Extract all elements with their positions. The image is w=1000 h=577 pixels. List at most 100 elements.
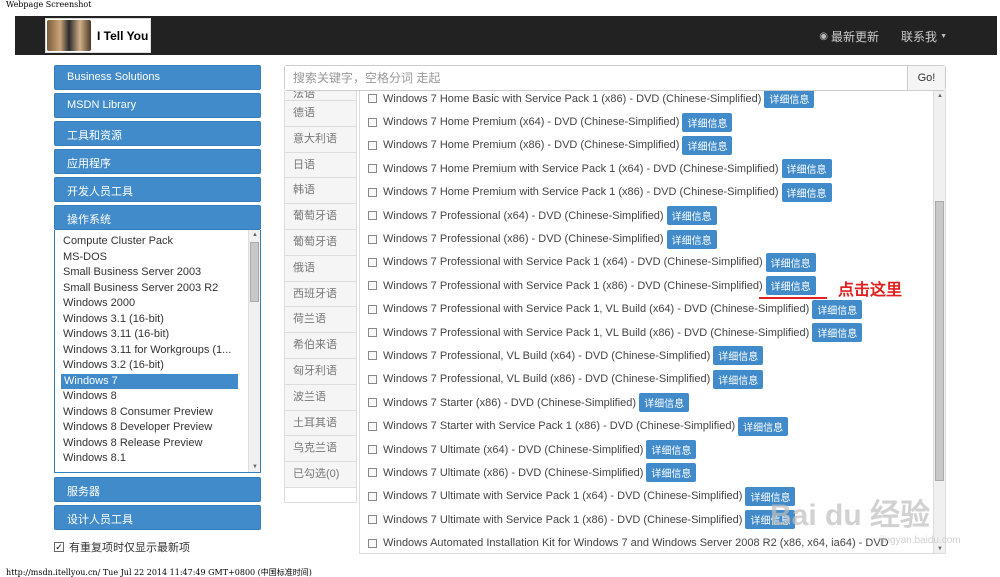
latest-updates-link[interactable]: ◉ 最新更新 [819, 28, 879, 45]
sidebar-business-solutions[interactable]: Business Solutions [54, 65, 261, 90]
details-button[interactable]: 详细信息 [781, 182, 832, 202]
os-list-item[interactable]: Windows 3.11 (16-bit) [63, 327, 239, 343]
file-checkbox[interactable] [368, 328, 377, 338]
os-list-item[interactable]: Windows 2000 [63, 296, 239, 312]
scroll-thumb[interactable] [250, 242, 259, 302]
file-checkbox[interactable] [368, 211, 377, 221]
os-list-item[interactable]: Windows 3.2 (16-bit) [63, 358, 239, 374]
details-button[interactable]: 详细信息 [781, 159, 832, 179]
file-checkbox[interactable] [368, 187, 377, 197]
details-button[interactable]: 详细信息 [682, 135, 733, 155]
watermark-logo: Bai du 经验 [770, 499, 931, 532]
details-button[interactable]: 详细信息 [682, 112, 733, 132]
language-item[interactable]: 西班牙语 [285, 281, 356, 308]
sidebar-operating-systems[interactable]: 操作系统 [54, 205, 261, 230]
details-button[interactable]: 详细信息 [666, 206, 717, 226]
details-button[interactable]: 详细信息 [639, 393, 690, 413]
language-item[interactable]: 韩语 [285, 178, 356, 205]
language-item[interactable]: 土耳其语 [285, 410, 356, 437]
sidebar-tools-resources[interactable]: 工具和资源 [54, 121, 261, 146]
language-item[interactable]: 意大利语 [285, 126, 356, 153]
language-item[interactable]: 日语 [285, 152, 356, 179]
language-item[interactable]: 葡萄牙语 [285, 204, 356, 230]
language-item[interactable]: 已勾选(0) [285, 462, 356, 488]
sidebar-developer-tools[interactable]: 开发人员工具 [54, 177, 261, 202]
show-latest-only-option[interactable]: ✓ 有重复项时仅显示最新项 [54, 539, 190, 555]
sidebar-servers[interactable]: 服务器 [54, 477, 261, 502]
details-button[interactable]: 详细信息 [738, 416, 789, 436]
file-checkbox[interactable] [368, 491, 377, 501]
sidebar-msdn-library[interactable]: MSDN Library [54, 93, 261, 118]
details-button[interactable]: 详细信息 [713, 346, 764, 366]
file-name: Windows 7 Home Premium (x86) - DVD (Chin… [383, 139, 680, 152]
language-item[interactable]: 俄语 [285, 255, 356, 282]
language-item[interactable]: 德语 [285, 101, 356, 127]
file-checkbox[interactable] [368, 257, 377, 267]
show-latest-only-label: 有重复项时仅显示最新项 [69, 542, 190, 554]
file-checkbox[interactable] [368, 445, 377, 455]
file-checkbox[interactable] [368, 140, 377, 150]
file-checkbox[interactable] [368, 94, 377, 104]
search-input[interactable]: 搜索关键字，空格分词 走起 [285, 66, 907, 90]
language-item[interactable]: 希伯来语 [285, 333, 356, 359]
os-list-item[interactable]: Windows 8 Release Preview [63, 436, 239, 452]
os-list-scrollbar[interactable]: ▲ ▼ [248, 230, 260, 472]
file-row: Windows 7 Home Premium with Service Pack… [368, 157, 945, 180]
os-list-item[interactable]: Windows 8 [63, 389, 239, 405]
search-go-button[interactable]: Go! [907, 66, 945, 90]
os-list-item[interactable]: Small Business Server 2003 R2 [63, 281, 239, 297]
os-list-item[interactable]: Windows 3.11 for Workgroups (1... [63, 343, 239, 359]
contact-dropdown[interactable]: 联系我 ▼ [901, 28, 947, 45]
language-item[interactable]: 法语 [285, 91, 356, 101]
file-checkbox[interactable] [368, 234, 377, 244]
file-checkbox[interactable] [368, 351, 377, 361]
file-row: Windows 7 Professional with Service Pack… [368, 298, 945, 321]
navbar: I Tell You ◉ 最新更新 联系我 ▼ [15, 16, 997, 55]
sidebar-applications[interactable]: 应用程序 [54, 149, 261, 174]
details-button[interactable]: 详细信息 [812, 299, 863, 319]
details-button[interactable]: 详细信息 [765, 252, 816, 272]
file-row: Windows 7 Professional (x64) - DVD (Chin… [368, 204, 945, 227]
file-checkbox[interactable] [368, 515, 377, 525]
file-list-scrollbar[interactable]: ▲ ▼ [933, 91, 945, 553]
details-button[interactable]: 详细信息 [765, 276, 816, 296]
os-list-item[interactable]: Compute Cluster Pack [63, 234, 239, 250]
details-button[interactable]: 详细信息 [764, 91, 815, 109]
os-list-item[interactable]: Windows 8.1 [63, 451, 239, 467]
details-button[interactable]: 详细信息 [812, 323, 863, 343]
language-item[interactable]: 匈牙利语 [285, 358, 356, 385]
scroll-down-icon[interactable]: ▼ [249, 462, 260, 472]
file-checkbox[interactable] [368, 398, 377, 408]
file-checkbox[interactable] [368, 281, 377, 291]
os-list-item[interactable]: Windows 7 [61, 373, 238, 389]
os-list-item[interactable]: Windows 3.1 (16-bit) [63, 312, 239, 328]
show-latest-only-checkbox[interactable]: ✓ [54, 542, 64, 552]
file-checkbox[interactable] [368, 421, 377, 431]
scroll-up-icon[interactable]: ▲ [249, 230, 260, 240]
language-item[interactable]: 葡萄牙语 [285, 229, 356, 256]
details-button[interactable]: 详细信息 [646, 463, 697, 483]
sidebar-designer-tools[interactable]: 设计人员工具 [54, 505, 261, 530]
details-button[interactable]: 详细信息 [666, 229, 717, 249]
file-checkbox[interactable] [368, 304, 377, 314]
language-item[interactable]: 荷兰语 [285, 307, 356, 334]
details-button[interactable]: 详细信息 [646, 440, 697, 460]
brand-logo[interactable]: I Tell You [45, 18, 151, 53]
file-name: Windows 7 Starter with Service Pack 1 (x… [383, 420, 736, 433]
language-item[interactable]: 波兰语 [285, 384, 356, 411]
file-checkbox[interactable] [368, 468, 377, 478]
os-list-item[interactable]: Windows 8 Developer Preview [63, 420, 239, 436]
details-button[interactable]: 详细信息 [713, 369, 764, 389]
file-checkbox[interactable] [368, 117, 377, 127]
scroll-thumb[interactable] [935, 201, 944, 481]
watermark-url: jingyan.baidu.com [880, 535, 961, 546]
file-checkbox[interactable] [368, 538, 377, 548]
scroll-up-icon[interactable]: ▲ [934, 91, 945, 101]
caret-down-icon: ▼ [940, 33, 947, 40]
os-list-item[interactable]: Small Business Server 2003 [63, 265, 239, 281]
file-checkbox[interactable] [368, 164, 377, 174]
language-item[interactable]: 乌克兰语 [285, 436, 356, 463]
file-checkbox[interactable] [368, 374, 377, 384]
os-list-item[interactable]: MS-DOS [63, 250, 239, 266]
os-list-item[interactable]: Windows 8 Consumer Preview [63, 405, 239, 421]
